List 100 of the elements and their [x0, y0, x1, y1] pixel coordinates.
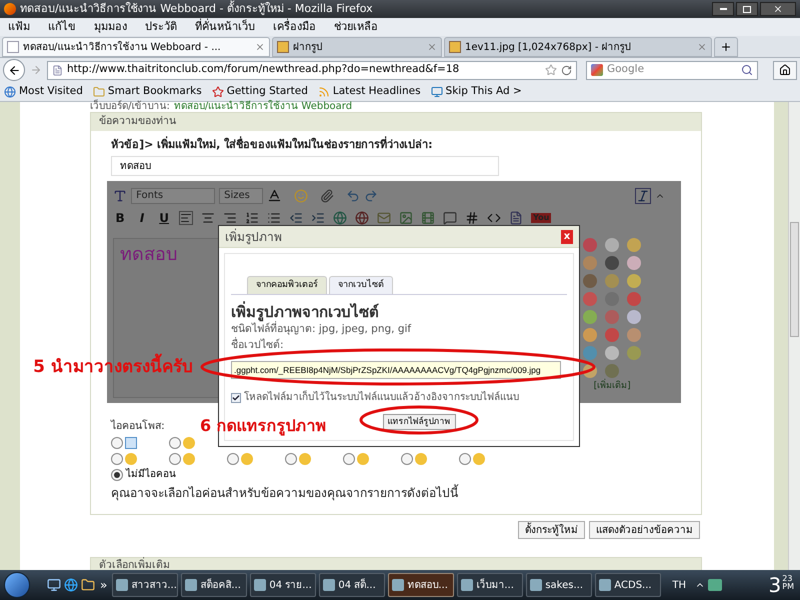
desktop-icon[interactable]	[47, 578, 61, 592]
language-indicator[interactable]: TH	[672, 578, 686, 592]
search-field[interactable]: Google	[586, 60, 758, 80]
font-select[interactable]: Fonts	[131, 188, 216, 204]
hash-icon[interactable]	[465, 210, 480, 224]
search-icon[interactable]	[741, 64, 753, 76]
bookmark-link[interactable]: Getting Started	[226, 84, 308, 100]
browser-tab[interactable]: ฝากรูป	[272, 37, 442, 57]
search-engine-icon[interactable]	[591, 64, 603, 76]
taskbar-item[interactable]: สต็อคสิ...	[181, 573, 248, 597]
menu-item[interactable]: เครื่องมือ	[273, 18, 316, 36]
taskbar-item[interactable]: ACDS...	[595, 573, 662, 597]
search-input[interactable]: Google	[607, 62, 737, 78]
browser-tab[interactable]: ทดสอบ/แนะนำวิธีการใช้งาน Webboard - ...	[2, 37, 270, 57]
taskbar-item[interactable]: 04 ราย...	[250, 573, 316, 597]
video-icon[interactable]	[421, 210, 436, 224]
address-bar[interactable]: http://www.thaitritonclub.com/forum/newthread.php?do=newthread&f=18	[47, 60, 577, 80]
radio-button[interactable]	[343, 453, 356, 466]
numbered-list-icon[interactable]	[245, 210, 260, 224]
mode-toggle-icon[interactable]	[635, 188, 652, 204]
start-button[interactable]	[4, 572, 30, 598]
minimize-button[interactable]	[712, 2, 734, 16]
checkbox[interactable]	[231, 393, 241, 403]
network-icon[interactable]	[708, 579, 722, 591]
align-center-icon[interactable]	[201, 210, 216, 224]
new-tab-button[interactable]	[714, 37, 738, 57]
menu-item[interactable]: แก้ไข	[48, 18, 76, 36]
browser-tab[interactable]: 1ev11.jpg [1,024x768px] - ฝากรูป	[444, 37, 712, 57]
bullet-list-icon[interactable]	[267, 210, 282, 224]
folder-icon[interactable]	[81, 578, 95, 592]
close-icon[interactable]	[427, 42, 437, 52]
format-button[interactable]: U	[157, 208, 172, 226]
menu-item[interactable]: แฟ้ม	[8, 18, 30, 36]
radio-button[interactable]	[285, 453, 298, 466]
browser-icon[interactable]	[64, 578, 78, 592]
radio-button[interactable]	[111, 437, 124, 450]
unlink-icon[interactable]	[355, 210, 370, 224]
format-button[interactable]: B	[113, 208, 128, 226]
dialog-heading: เพิ่มรูปภาพจากเวบไซต์	[231, 303, 380, 321]
radio-button[interactable]	[111, 453, 124, 466]
outdent-icon[interactable]	[289, 210, 304, 224]
undo-icon[interactable]	[346, 188, 360, 202]
bookmark-link[interactable]: Latest Headlines	[332, 84, 421, 100]
maximize-button[interactable]	[736, 2, 758, 16]
attachment-icon[interactable]	[320, 188, 334, 202]
format-button[interactable]: I	[135, 208, 150, 226]
url-input[interactable]: .ggpht.com/_REEBI8p4NjM/SbjPrZSpZKI/AAAAAAAACVg/TQ4gPgjnzmc/009.jpg	[231, 361, 561, 379]
email-icon[interactable]	[377, 210, 392, 224]
radio-button[interactable]	[169, 453, 182, 466]
radio-button[interactable]	[459, 453, 472, 466]
indent-icon[interactable]	[311, 210, 326, 224]
scrollbar[interactable]	[788, 102, 800, 570]
post-icon	[241, 453, 254, 466]
home-button[interactable]	[773, 60, 797, 80]
close-icon[interactable]	[255, 42, 265, 52]
radio-button[interactable]	[111, 468, 124, 481]
scrollbar-thumb[interactable]	[790, 222, 799, 337]
image-icon[interactable]	[399, 210, 414, 224]
editor-text: ทดสอบ	[120, 244, 178, 264]
bookmark-link[interactable]: Most Visited	[19, 84, 83, 100]
more-button[interactable]: »	[98, 576, 110, 594]
taskbar-item[interactable]: 04 สต็...	[319, 573, 386, 597]
dialog-tab[interactable]: จากเวบไซต์	[329, 276, 393, 294]
font-style-icon[interactable]	[113, 188, 128, 202]
radio-button[interactable]	[227, 453, 240, 466]
link-icon[interactable]	[333, 210, 348, 224]
back-button[interactable]	[3, 59, 25, 81]
tab-title: ทดสอบ/แนะนำวิธีการใช้งาน Webboard - ...	[23, 40, 222, 54]
subject-input[interactable]: ทดสอบ	[111, 156, 500, 176]
app-icon	[254, 579, 266, 591]
app-icon	[461, 579, 474, 591]
align-left-icon[interactable]	[179, 210, 194, 224]
quote-icon[interactable]	[443, 210, 458, 224]
size-select[interactable]: Sizes	[219, 188, 264, 204]
bookmark-link[interactable]: Smart Bookmarks	[108, 84, 202, 100]
redo-icon[interactable]	[364, 188, 378, 202]
radio-button[interactable]	[169, 437, 182, 450]
submit-button[interactable]: แสดงตัวอย่างข้อความ	[589, 521, 700, 540]
taskbar-item[interactable]: สาวสาว...	[112, 573, 178, 597]
menu-item[interactable]: มุมมอง	[94, 18, 127, 36]
menu-item[interactable]: ที่คั่นหน้าเว็บ	[195, 18, 255, 36]
php-icon[interactable]	[509, 210, 524, 224]
bookmark-link[interactable]: Skip This Ad >	[446, 84, 522, 100]
radio-button[interactable]	[401, 453, 414, 466]
menu-item[interactable]: ประวัติ	[145, 18, 177, 36]
submit-button[interactable]: ตั้งกระทู้ใหม่	[518, 521, 586, 540]
taskbar-item[interactable]: เว็บมา...	[457, 573, 524, 597]
text-color-icon[interactable]	[267, 188, 282, 203]
close-icon[interactable]	[697, 42, 707, 52]
breadcrumb-link[interactable]: ทดสอบ/แนะนำวิธีการใช้งาน Webboard	[174, 102, 352, 112]
taskbar-item[interactable]: sakes...	[526, 573, 592, 597]
close-button[interactable]	[760, 2, 796, 16]
menu-item[interactable]: ช่วยเหลือ	[334, 18, 378, 36]
taskbar-item[interactable]: ทดสอบ...	[388, 573, 454, 597]
reload-icon[interactable]	[561, 64, 572, 76]
align-right-icon[interactable]	[223, 210, 238, 224]
dialog-tab[interactable]: จากคอมพิวเตอร์	[247, 276, 327, 294]
close-button[interactable]: x	[561, 230, 573, 244]
star-icon[interactable]	[545, 64, 557, 76]
insert-button[interactable]: แทรกไฟล์รูปภาพ	[382, 414, 456, 430]
